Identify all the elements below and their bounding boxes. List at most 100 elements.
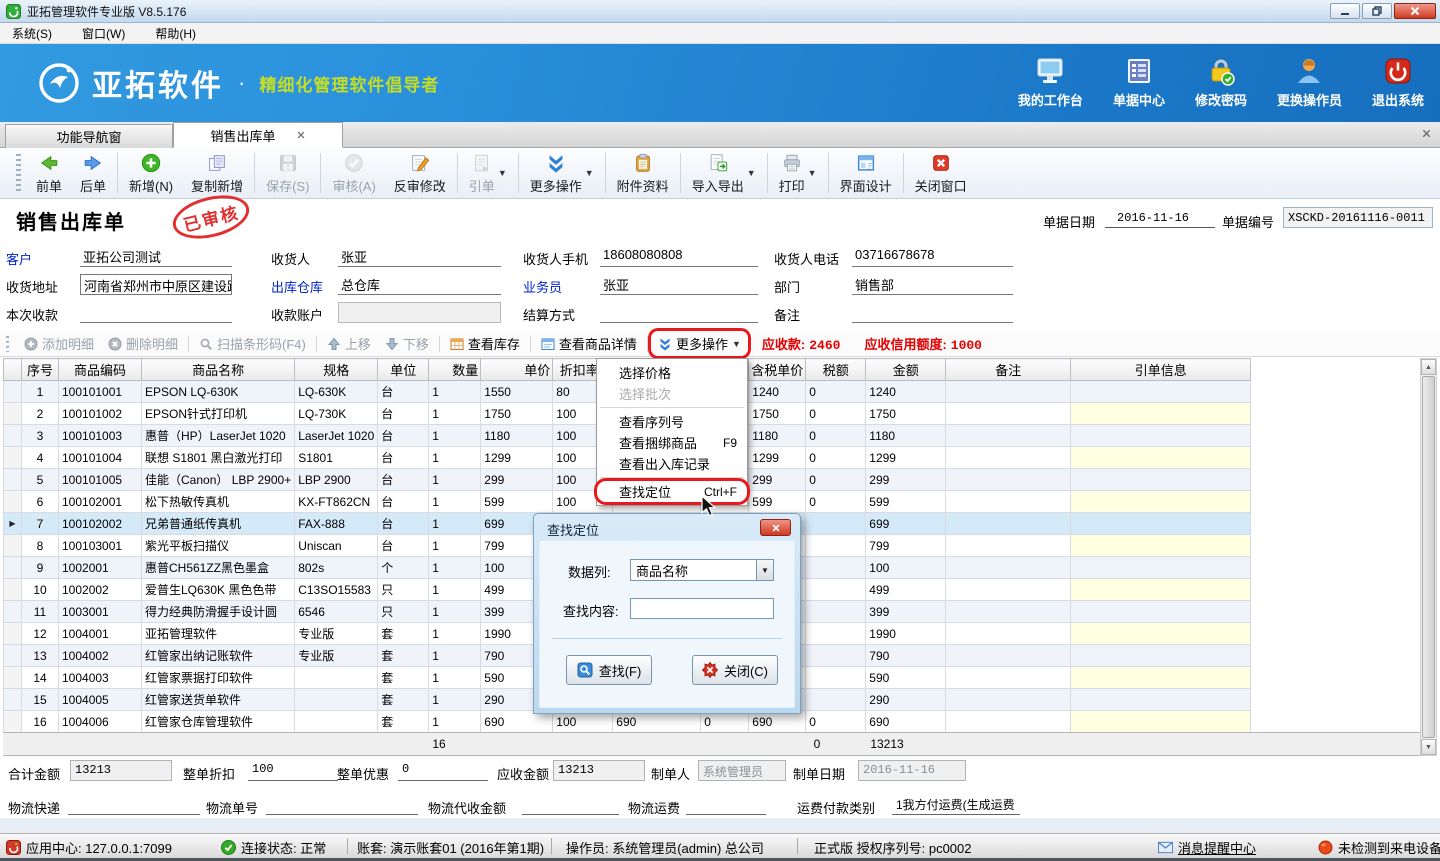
field-value[interactable]: 销售部 <box>852 274 1013 295</box>
table-cell[interactable]: 紫光平板扫描仪 <box>142 535 295 557</box>
column-header[interactable]: 单价 <box>481 359 553 381</box>
table-cell[interactable] <box>1071 447 1251 469</box>
column-header[interactable]: 商品名称 <box>142 359 295 381</box>
table-cell[interactable]: 台 <box>378 469 429 491</box>
table-cell[interactable]: 6 <box>22 491 59 513</box>
table-cell[interactable]: 1 <box>429 403 481 425</box>
column-header[interactable]: 税额 <box>806 359 866 381</box>
toolbar-button[interactable]: 更多操作▼ <box>521 148 603 198</box>
context-menu-item[interactable]: 查看出入库记录 <box>597 453 747 474</box>
table-cell[interactable]: 0 <box>806 711 866 733</box>
table-cell[interactable]: 100101001 <box>59 381 142 403</box>
table-cell[interactable]: 790 <box>866 645 946 667</box>
table-cell[interactable]: 1990 <box>866 623 946 645</box>
table-cell[interactable]: 台 <box>378 491 429 513</box>
table-cell[interactable]: 299 <box>749 469 806 491</box>
footer-field[interactable] <box>266 794 418 815</box>
table-cell[interactable]: 亚拓管理软件 <box>142 623 295 645</box>
table-cell[interactable]: 台 <box>378 425 429 447</box>
toolbar-button[interactable]: 关闭窗口 <box>906 148 976 198</box>
dialog-close-button[interactable] <box>760 519 791 536</box>
table-cell[interactable]: Uniscan <box>295 535 378 557</box>
table-cell[interactable]: 个 <box>378 557 429 579</box>
table-cell[interactable]: 14 <box>22 667 59 689</box>
table-cell[interactable]: FAX-888 <box>295 513 378 535</box>
table-cell[interactable]: 红管家出纳记账软件 <box>142 645 295 667</box>
toolbar-button[interactable]: 复制新增 <box>182 148 252 198</box>
table-cell[interactable]: 1 <box>429 689 481 711</box>
table-cell[interactable]: 1 <box>429 381 481 403</box>
table-cell[interactable]: 惠普（HP）LaserJet 1020 <box>142 425 295 447</box>
table-cell[interactable]: 1750 <box>481 403 553 425</box>
table-cell[interactable] <box>806 557 866 579</box>
detail-toolbar-item[interactable]: 查看商品详情 <box>534 331 644 356</box>
column-header[interactable]: 引单信息 <box>1071 359 1251 381</box>
table-cell[interactable] <box>946 557 1071 579</box>
table-cell[interactable]: 1002002 <box>59 579 142 601</box>
table-cell[interactable]: 12 <box>22 623 59 645</box>
table-cell[interactable]: 套 <box>378 645 429 667</box>
menu-item[interactable]: 帮助(H) <box>155 25 196 42</box>
table-cell[interactable] <box>946 689 1071 711</box>
field-label-link[interactable]: 业务员 <box>523 277 562 296</box>
table-cell[interactable]: EPSON针式打印机 <box>142 403 295 425</box>
table-cell[interactable]: 3 <box>22 425 59 447</box>
table-cell[interactable] <box>946 623 1071 645</box>
table-cell[interactable]: 松下热敏传真机 <box>142 491 295 513</box>
field-label-link[interactable]: 出库仓库 <box>271 277 323 296</box>
table-cell[interactable]: EPSON LQ-630K <box>142 381 295 403</box>
column-header[interactable]: 备注 <box>946 359 1071 381</box>
table-cell[interactable]: 6546 <box>295 601 378 623</box>
combo-dropdown-icon[interactable]: ▼ <box>756 560 773 580</box>
field-value[interactable] <box>80 302 232 323</box>
table-cell[interactable] <box>1071 403 1251 425</box>
field-value[interactable]: 18608080808 <box>600 246 758 267</box>
table-cell[interactable]: 1 <box>429 535 481 557</box>
table-cell[interactable]: 1550 <box>481 381 553 403</box>
field-value[interactable] <box>852 302 1013 323</box>
table-cell[interactable]: 1 <box>429 645 481 667</box>
toolbar-button[interactable]: 后单 <box>71 148 115 198</box>
table-cell[interactable] <box>1071 513 1251 535</box>
table-cell[interactable] <box>295 689 378 711</box>
table-cell[interactable]: 套 <box>378 711 429 733</box>
table-cell[interactable]: 499 <box>866 579 946 601</box>
field-value[interactable]: 03716678678 <box>852 246 1013 267</box>
table-cell[interactable]: 红管家仓库管理软件 <box>142 711 295 733</box>
data-column-select[interactable]: 商品名称 ▼ <box>630 559 774 581</box>
detail-toolbar-item[interactable]: 更多操作▼ <box>651 331 748 356</box>
table-cell[interactable]: LQ-730K <box>295 403 378 425</box>
table-cell[interactable] <box>806 667 866 689</box>
table-cell[interactable]: 100101002 <box>59 403 142 425</box>
table-cell[interactable]: 1299 <box>866 447 946 469</box>
table-cell[interactable] <box>1071 579 1251 601</box>
table-cell[interactable] <box>1071 645 1251 667</box>
table-cell[interactable]: 1180 <box>481 425 553 447</box>
table-cell[interactable] <box>806 623 866 645</box>
column-header[interactable]: 商品编码 <box>59 359 142 381</box>
table-cell[interactable]: 599 <box>866 491 946 513</box>
banner-action[interactable]: 更换操作员 <box>1277 56 1342 109</box>
banner-action[interactable]: 我的工作台 <box>1018 56 1083 109</box>
scroll-up-icon[interactable]: ▲ <box>1421 359 1436 375</box>
table-cell[interactable]: 1004002 <box>59 645 142 667</box>
table-cell[interactable]: 1 <box>429 513 481 535</box>
tab-active[interactable]: 销售出库单 <box>173 122 343 148</box>
table-cell[interactable]: LaserJet 1020 <box>295 425 378 447</box>
table-cell[interactable]: 690 <box>866 711 946 733</box>
table-cell[interactable]: 13 <box>22 645 59 667</box>
table-cell[interactable]: 台 <box>378 535 429 557</box>
footer-field[interactable] <box>686 794 766 815</box>
field-value[interactable]: 河南省郑州市中原区建设路口 <box>80 274 232 295</box>
column-header[interactable]: 规格 <box>295 359 378 381</box>
table-cell[interactable]: 10 <box>22 579 59 601</box>
table-cell[interactable] <box>946 667 1071 689</box>
table-cell[interactable]: 100103001 <box>59 535 142 557</box>
field-value[interactable]: 张亚 <box>338 246 501 267</box>
table-cell[interactable]: 台 <box>378 513 429 535</box>
field-value[interactable]: 总仓库 <box>338 274 501 295</box>
table-cell[interactable]: 100102002 <box>59 513 142 535</box>
table-cell[interactable]: 290 <box>866 689 946 711</box>
table-cell[interactable]: 399 <box>866 601 946 623</box>
column-header[interactable]: 数量 <box>429 359 481 381</box>
